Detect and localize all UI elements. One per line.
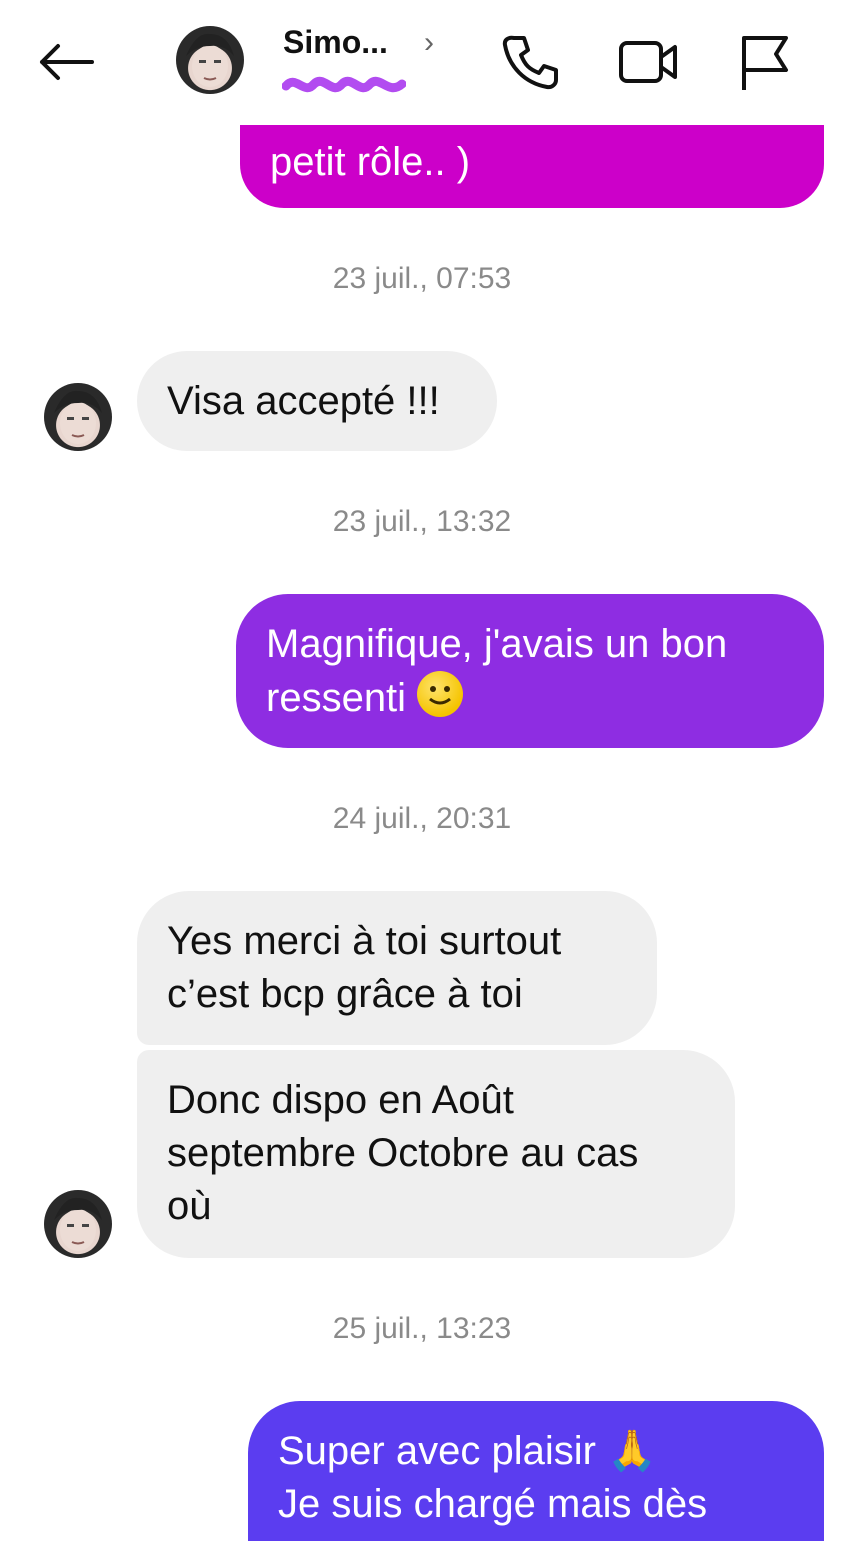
message-text: où	[167, 1184, 212, 1228]
outgoing-message[interactable]: Super avec plaisir 🙏 Je suis chargé mais…	[248, 1401, 824, 1541]
message-text-line: ressenti	[266, 671, 794, 725]
message-text: Super avec plaisir 🙏	[278, 1429, 657, 1473]
message-text: Yes merci à toi surtout	[167, 919, 562, 963]
video-call-button[interactable]	[612, 30, 686, 94]
video-camera-icon	[619, 41, 677, 83]
face-icon	[186, 33, 234, 87]
message-text: Visa accepté !!!	[167, 379, 440, 423]
audio-call-button[interactable]	[496, 30, 564, 94]
face-icon	[54, 390, 102, 444]
message-thread: petit rôle.. ) 23 juil., 07:53 Visa acce…	[0, 0, 844, 1541]
contact-name[interactable]: Simo...	[283, 24, 388, 61]
message-text: c’est bcp grâce à toi	[167, 972, 523, 1016]
timestamp: 25 juil., 13:23	[332, 1312, 512, 1345]
message-text: Donc dispo en Août	[167, 1078, 514, 1122]
smile-emoji-icon	[417, 671, 464, 717]
message-text: Magnifique, j'avais un bon	[266, 622, 728, 666]
chat-header: Simo... ›	[0, 0, 844, 125]
sender-avatar[interactable]	[44, 1190, 112, 1258]
timestamp: 24 juil., 20:31	[332, 802, 512, 835]
back-button[interactable]	[30, 32, 102, 92]
arrow-left-icon	[40, 44, 94, 80]
incoming-message[interactable]: Visa accepté !!!	[137, 351, 497, 451]
incoming-message[interactable]: Yes merci à toi surtout c’est bcp grâce …	[137, 891, 657, 1045]
message-text: septembre Octobre au cas	[167, 1131, 639, 1175]
report-button[interactable]	[732, 30, 796, 94]
sender-avatar[interactable]	[44, 383, 112, 451]
face-icon	[54, 1197, 102, 1251]
incoming-message[interactable]: Donc dispo en Août septembre Octobre au …	[137, 1050, 735, 1258]
phone-icon	[502, 35, 558, 90]
message-text: petit rôle.. )	[270, 140, 471, 184]
outgoing-message[interactable]: Magnifique, j'avais un bon ressenti	[236, 594, 824, 748]
timestamp: 23 juil., 13:32	[332, 505, 512, 538]
chevron-right-icon[interactable]: ›	[424, 26, 434, 60]
timestamp: 23 juil., 07:53	[332, 262, 512, 295]
message-text: Je suis chargé mais dès	[278, 1482, 708, 1526]
contact-avatar[interactable]	[176, 26, 244, 94]
flag-icon	[742, 36, 788, 90]
redacted-username	[282, 76, 406, 93]
